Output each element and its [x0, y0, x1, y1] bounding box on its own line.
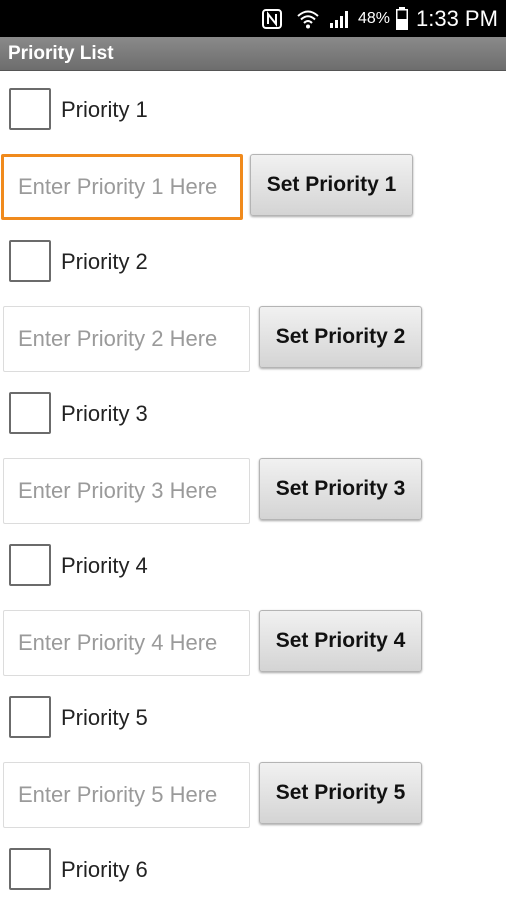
nfc-icon: [262, 9, 282, 29]
priority-5-label: Priority 5: [61, 705, 148, 730]
priority-2-checkbox-row[interactable]: Priority 2: [0, 238, 506, 286]
title-bar: Priority List: [0, 37, 506, 71]
signal-icon: [330, 11, 348, 28]
priority-5-input[interactable]: [3, 762, 250, 828]
set-priority-5-button[interactable]: Set Priority 5: [259, 762, 422, 824]
set-priority-1-button[interactable]: Set Priority 1: [250, 154, 413, 216]
priority-2-label: Priority 2: [61, 249, 148, 274]
priority-2-checkbox[interactable]: [9, 240, 51, 282]
battery-percent: 48%: [358, 10, 391, 27]
priority-3-label: Priority 3: [61, 401, 148, 426]
priority-6-checkbox-row[interactable]: Priority 6: [0, 846, 506, 894]
wifi-icon: [297, 10, 319, 29]
set-priority-3-button[interactable]: Set Priority 3: [259, 458, 422, 520]
priority-4-input[interactable]: [3, 610, 250, 676]
priority-1-checkbox-row[interactable]: Priority 1: [0, 86, 506, 134]
priority-3-checkbox-row[interactable]: Priority 3: [0, 390, 506, 438]
priority-1-checkbox[interactable]: [9, 88, 51, 130]
priority-6-label: Priority 6: [61, 857, 148, 882]
priority-3-input[interactable]: [3, 458, 250, 524]
status-bar: 48% 1:33 PM: [0, 0, 506, 37]
priority-5-input-row: Set Priority 5: [0, 762, 506, 832]
set-priority-4-button[interactable]: Set Priority 4: [259, 610, 422, 672]
status-clock: 1:33 PM: [416, 6, 498, 31]
priority-2-input[interactable]: [3, 306, 250, 372]
priority-3-checkbox[interactable]: [9, 392, 51, 434]
battery-icon: [396, 7, 408, 30]
priority-6-checkbox[interactable]: [9, 848, 51, 890]
app-title: Priority List: [8, 43, 114, 64]
priority-4-label: Priority 4: [61, 553, 148, 578]
priority-1-input-row: Set Priority 1: [0, 154, 506, 224]
priority-3-input-row: Set Priority 3: [0, 458, 506, 528]
priority-4-checkbox-row[interactable]: Priority 4: [0, 542, 506, 590]
priority-2-input-row: Set Priority 2: [0, 306, 506, 376]
priority-4-checkbox[interactable]: [9, 544, 51, 586]
priority-1-label: Priority 1: [61, 97, 148, 122]
priority-1-input[interactable]: [1, 154, 243, 220]
set-priority-2-button[interactable]: Set Priority 2: [259, 306, 422, 368]
priority-5-checkbox[interactable]: [9, 696, 51, 738]
priority-5-checkbox-row[interactable]: Priority 5: [0, 694, 506, 742]
priority-4-input-row: Set Priority 4: [0, 610, 506, 680]
